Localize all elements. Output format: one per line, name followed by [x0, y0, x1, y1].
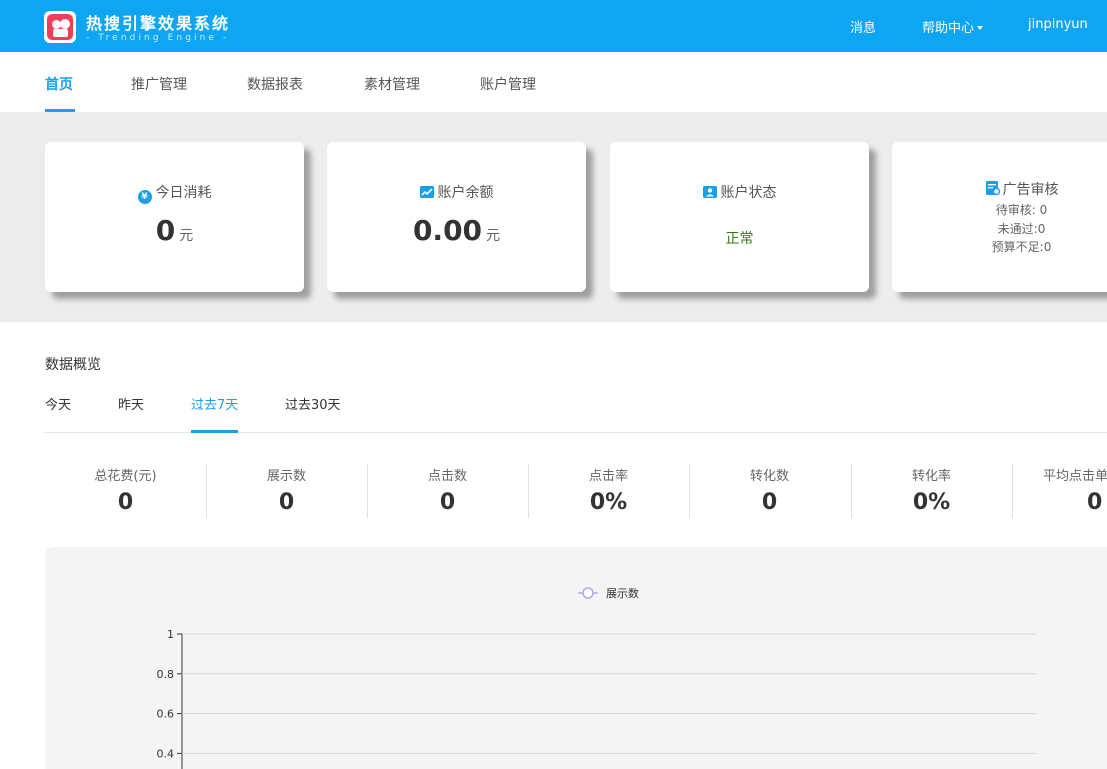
range-tab-today[interactable]: 今天	[45, 394, 71, 413]
metric-conversions: 转化数 0	[689, 464, 850, 518]
range-tab-7days[interactable]: 过去7天	[191, 394, 238, 413]
card-unit: 元	[486, 228, 501, 244]
impressions-chart: 展示数 1 0.8 0.6 0.4	[157, 587, 1037, 769]
app-header: 热搜引擎效果系统 - Trending Engine - 消息 帮助中心 jin…	[0, 0, 1107, 52]
metric-value: 0	[117, 490, 134, 515]
metric-avg-cpc: 平均点击单 0	[1012, 464, 1107, 518]
user-menu[interactable]: jinpinyun	[1028, 17, 1088, 32]
metric-label: 转化数	[749, 469, 789, 484]
card-value: 0.00	[412, 214, 483, 247]
stats-band: ¥今日消耗 0元 账户余额 0.00元 账户状态 正常 广告审核 待审核:	[0, 112, 1107, 322]
metric-value: 0	[1087, 490, 1103, 515]
metric-value: 0%	[589, 490, 628, 515]
metric-clicks: 点击数 0	[367, 464, 528, 518]
logo-icon[interactable]	[44, 11, 76, 43]
yen-icon: ¥	[137, 190, 152, 204]
status-value: 正常	[725, 231, 754, 247]
card-title: 今日消耗	[155, 185, 212, 201]
overview-title: 数据概览	[45, 357, 101, 373]
card-review[interactable]: 广告审核 待审核: 0 未通过:0 预算不足:0	[892, 142, 1107, 292]
y-tick-label: 0.8	[157, 668, 175, 681]
user-card-icon	[702, 185, 717, 199]
help-center-label: 帮助中心	[922, 21, 975, 36]
metric-label: 展示数	[266, 469, 306, 484]
metric-label: 平均点击单	[1043, 469, 1107, 484]
chart-panel: 展示数 1 0.8 0.6 0.4	[45, 547, 1107, 769]
app-subtitle: - Trending Engine -	[86, 33, 230, 43]
metric-ctr: 点击率 0%	[528, 464, 689, 518]
card-title: 账户余额	[437, 185, 494, 201]
review-doc-icon	[985, 180, 1000, 196]
range-tab-30days[interactable]: 过去30天	[285, 394, 341, 413]
metric-value: 0	[761, 490, 778, 515]
card-balance: 账户余额 0.00 元	[327, 142, 586, 292]
main-nav: 首页 推广管理 数据报表 素材管理 账户管理	[0, 52, 1107, 112]
card-title: 账户状态	[720, 185, 777, 201]
app-title: 热搜引擎效果系统	[86, 14, 231, 33]
metric-value: 0	[439, 490, 456, 515]
metric-label: 点击率	[588, 469, 628, 484]
trend-icon	[419, 185, 434, 199]
help-center-dropdown[interactable]: 帮助中心	[922, 17, 984, 36]
review-pending: 待审核: 0	[995, 203, 1048, 217]
metric-total-cost: 总花费(元) 0	[45, 464, 206, 518]
card-status: 账户状态 正常	[610, 142, 869, 292]
nav-reports[interactable]: 数据报表	[247, 74, 303, 94]
legend-label: 展示数	[606, 587, 639, 600]
nav-materials[interactable]: 素材管理	[364, 74, 420, 94]
range-tab-yesterday[interactable]: 昨天	[118, 394, 144, 413]
legend-marker	[582, 587, 594, 599]
metric-label: 转化率	[911, 469, 951, 484]
card-value: 0	[155, 214, 176, 247]
range-tab-active-indicator	[191, 430, 238, 433]
nav-account[interactable]: 账户管理	[480, 74, 536, 94]
metric-label: 点击数	[427, 469, 467, 484]
metric-label: 总花费(元)	[94, 469, 157, 484]
metric-value: 0	[278, 490, 295, 515]
metric-value: 0%	[912, 490, 951, 515]
metric-impressions: 展示数 0	[206, 464, 367, 518]
caret-down-icon	[977, 26, 984, 30]
card-unit: 元	[179, 228, 194, 244]
card-today-cost: ¥ 今日消耗 0元	[45, 142, 304, 292]
y-tick-label: 0.6	[157, 708, 175, 721]
nav-promotion[interactable]: 推广管理	[131, 74, 187, 94]
review-rejected: 未通过:0	[997, 222, 1046, 236]
messages-link[interactable]: 消息	[850, 17, 876, 36]
metric-cvr: 转化率 0%	[851, 464, 1012, 518]
card-title: 广告审核	[1002, 182, 1059, 198]
y-tick-label: 0.4	[157, 747, 175, 760]
y-tick-label: 1	[167, 628, 174, 641]
nav-home[interactable]: 首页	[45, 74, 73, 94]
review-budget: 预算不足:0	[991, 240, 1052, 254]
